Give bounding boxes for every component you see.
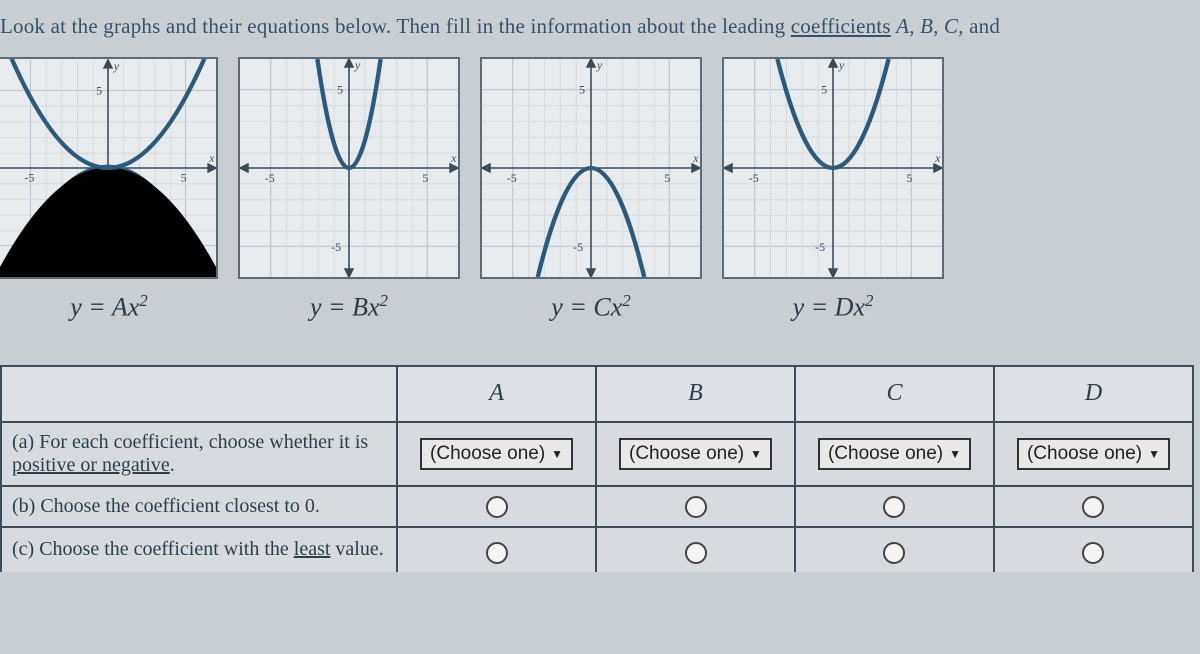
row-c-label: (c) Choose the coefficient with the leas…	[1, 527, 397, 572]
positive-negative-link[interactable]: positive or negative	[12, 454, 170, 476]
equation-B: y = Bx2	[310, 291, 388, 323]
equation-D: y = Dx2	[793, 291, 874, 323]
instruction-text: Look at the graphs and their equations b…	[0, 10, 1196, 57]
graph-B: x y -5 5 5 -5	[238, 57, 460, 279]
radio-b-C[interactable]	[883, 496, 905, 518]
row-a-label: (a) For each coefficient, choose whether…	[1, 422, 397, 486]
coef-B: B	[920, 14, 933, 38]
graph-cell-C: x y -5 5 5 -5 y = Cx2	[480, 57, 702, 323]
equation-C: y = Cx2	[551, 291, 630, 323]
row-a: (a) For each coefficient, choose whether…	[1, 422, 1193, 486]
coef-A: A	[896, 14, 909, 38]
radio-c-D[interactable]	[1082, 542, 1104, 564]
row-c: (c) Choose the coefficient with the leas…	[1, 527, 1193, 572]
coef-C: C	[944, 14, 958, 38]
select-a-A[interactable]: (Choose one)▼	[420, 438, 573, 470]
graph-D: x y -5 5 5 -5	[722, 57, 944, 279]
curve-B	[240, 59, 458, 277]
row-b-label: (b) Choose the coefficient closest to 0.	[1, 486, 397, 527]
select-a-B[interactable]: (Choose one)▼	[619, 438, 772, 470]
radio-b-A[interactable]	[486, 496, 508, 518]
coefficients-link[interactable]: coefficients	[791, 14, 891, 38]
radio-b-D[interactable]	[1082, 496, 1104, 518]
radio-c-A[interactable]	[486, 542, 508, 564]
row-b: (b) Choose the coefficient closest to 0.	[1, 486, 1193, 527]
radio-c-B[interactable]	[685, 542, 707, 564]
graph-cell-A: x y -5 5 5 -5	[0, 57, 218, 323]
header-D: D	[994, 366, 1193, 422]
graphs-row: x y -5 5 5 -5	[0, 57, 1196, 323]
instr-pre: Look at the graphs and their equations b…	[0, 14, 791, 38]
curve-A	[0, 59, 216, 277]
answer-table: A B C D (a) For each coefficient, choose…	[0, 365, 1194, 572]
header-B: B	[596, 366, 795, 422]
graph-C: x y -5 5 5 -5	[480, 57, 702, 279]
equation-A: y = Ax2	[70, 291, 148, 323]
select-a-D[interactable]: (Choose one)▼	[1017, 438, 1170, 470]
chevron-down-icon: ▼	[750, 447, 762, 461]
radio-c-C[interactable]	[883, 542, 905, 564]
curve-D	[724, 59, 942, 277]
chevron-down-icon: ▼	[1148, 447, 1160, 461]
graph-cell-B: x y -5 5 5 -5 y = Bx2	[238, 57, 460, 323]
header-A: A	[397, 366, 596, 422]
graph-A: x y -5 5 5 -5	[0, 57, 218, 279]
curve-C	[482, 59, 700, 277]
graph-cell-D: x y -5 5 5 -5 y = Dx2	[722, 57, 944, 323]
header-blank	[1, 366, 397, 422]
chevron-down-icon: ▼	[949, 447, 961, 461]
chevron-down-icon: ▼	[551, 447, 563, 461]
header-C: C	[795, 366, 994, 422]
least-link[interactable]: least	[294, 538, 331, 560]
radio-b-B[interactable]	[685, 496, 707, 518]
select-a-C[interactable]: (Choose one)▼	[818, 438, 971, 470]
